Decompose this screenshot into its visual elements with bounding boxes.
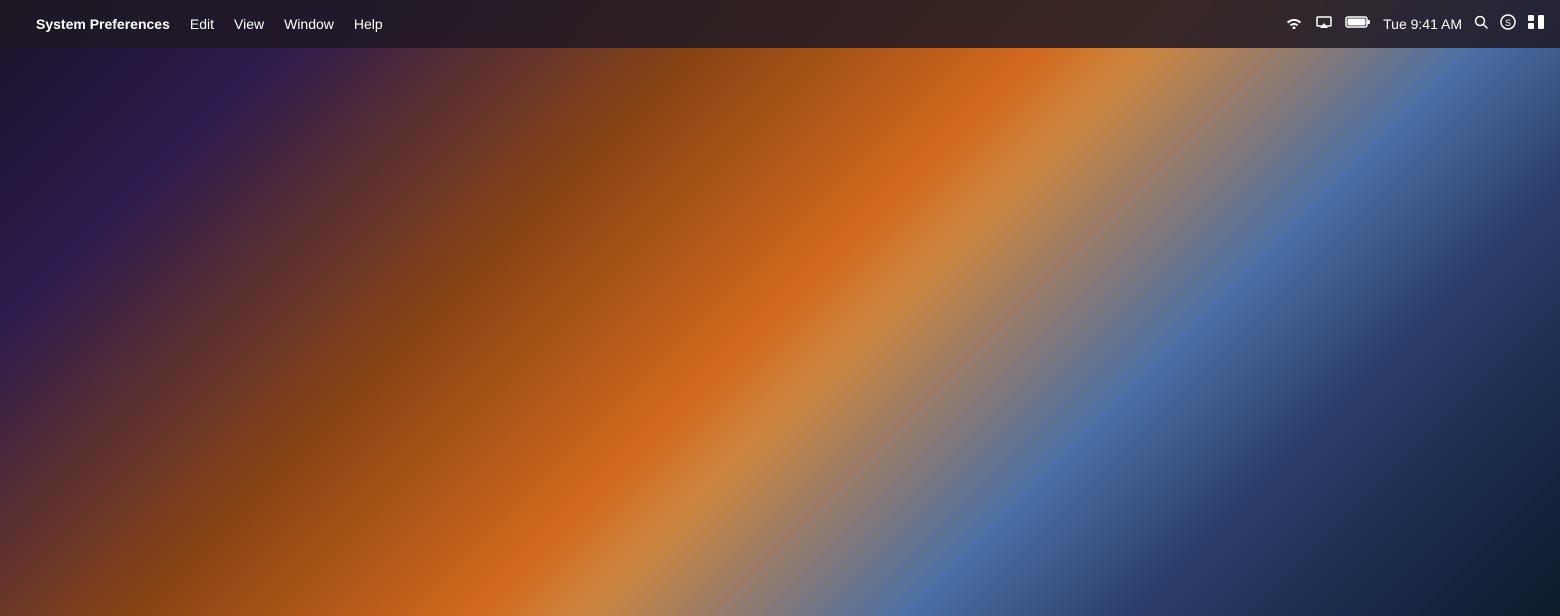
- menu-time: Tue 9:41 AM: [1383, 16, 1462, 32]
- search-menu-icon[interactable]: [1474, 15, 1488, 34]
- svg-text:S: S: [1505, 18, 1511, 28]
- battery-icon[interactable]: [1345, 15, 1371, 34]
- menu-view[interactable]: View: [234, 16, 264, 32]
- menu-help[interactable]: Help: [354, 16, 383, 32]
- airplay-icon[interactable]: [1315, 15, 1333, 34]
- wifi-icon[interactable]: [1285, 15, 1303, 34]
- desktop-background: [0, 0, 1560, 616]
- menu-bar: System Preferences Edit View Window Help…: [0, 0, 1560, 48]
- menu-window[interactable]: Window: [284, 16, 334, 32]
- app-name[interactable]: System Preferences: [36, 16, 170, 32]
- menu-edit[interactable]: Edit: [190, 16, 214, 32]
- siri-icon[interactable]: S: [1500, 14, 1516, 35]
- control-center-icon[interactable]: [1528, 15, 1544, 34]
